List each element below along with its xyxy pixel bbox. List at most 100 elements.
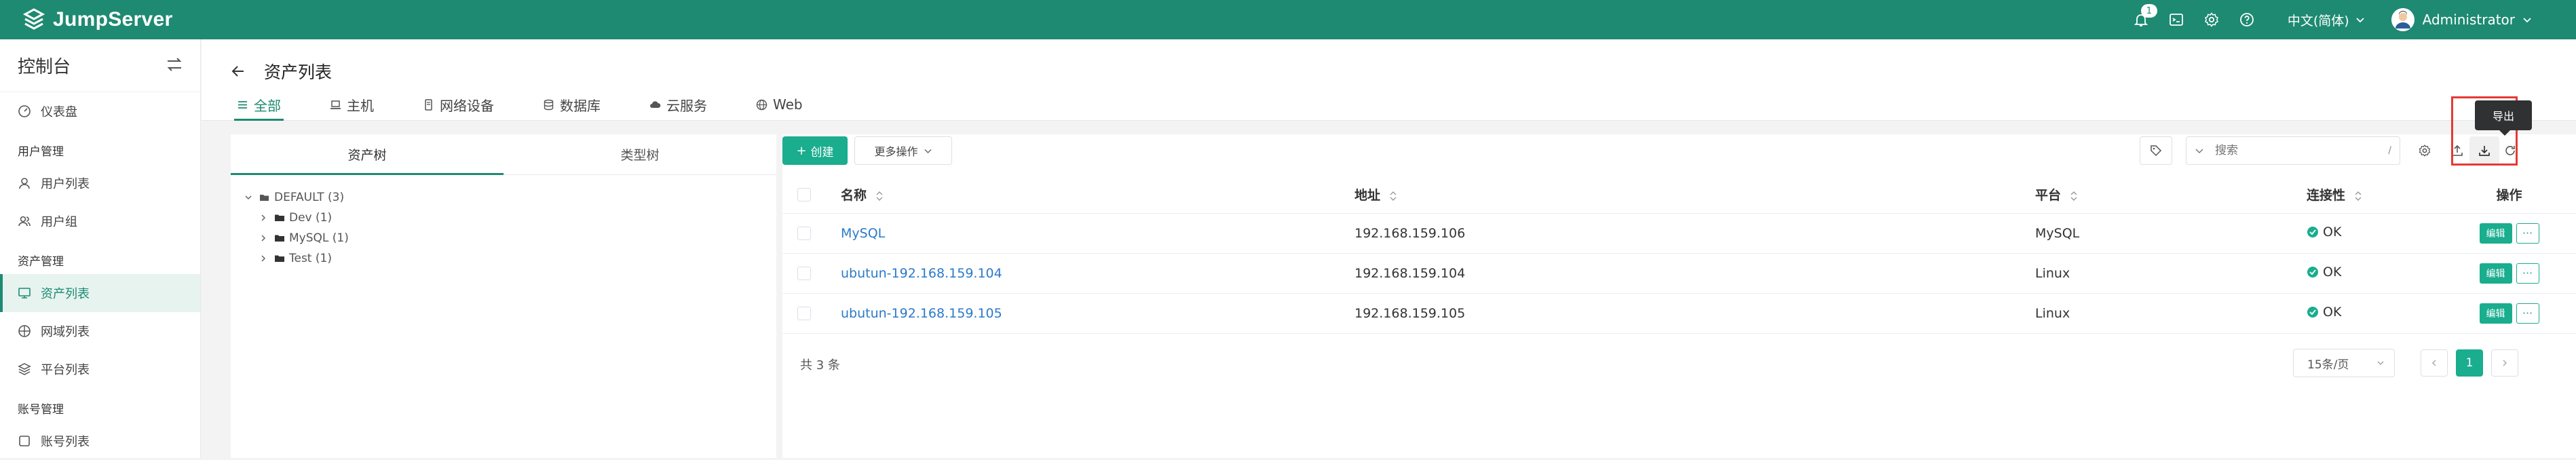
help-button[interactable]: [2232, 5, 2262, 35]
next-page-button[interactable]: [2491, 349, 2518, 377]
caret-collapsed-icon[interactable]: [258, 212, 269, 223]
column-header-address[interactable]: 地址: [1355, 176, 2035, 214]
row-more-button[interactable]: ···: [2516, 303, 2539, 324]
tab-asset-tree[interactable]: 资产树: [231, 134, 504, 175]
sidebar-title: 控制台: [18, 57, 71, 77]
tab-type-tree[interactable]: 类型树: [504, 134, 776, 174]
sidebar-header: 控制台: [0, 39, 200, 92]
notification-badge: 1: [2140, 4, 2157, 18]
help-icon: [2239, 13, 2254, 26]
sort-icon[interactable]: [871, 188, 884, 203]
create-button[interactable]: + 创建: [782, 136, 848, 165]
language-label: 中文(简体): [2287, 13, 2349, 28]
search-shortcut-hint: /: [2388, 145, 2391, 156]
back-arrow-icon[interactable]: [230, 63, 246, 79]
language-selector[interactable]: 中文(简体): [2288, 11, 2366, 29]
caret-collapsed-icon[interactable]: [258, 253, 269, 264]
tree-node-dev[interactable]: Dev (1): [231, 208, 776, 228]
row-checkbox[interactable]: [797, 227, 811, 240]
sidebar-item-asset-list[interactable]: 资产列表: [0, 274, 200, 312]
edit-button[interactable]: 编辑: [2479, 303, 2512, 324]
tab-web[interactable]: Web: [753, 88, 806, 121]
page-size-select[interactable]: 15条/页: [2293, 349, 2395, 377]
row-more-button[interactable]: ···: [2516, 263, 2539, 284]
tree-node-test[interactable]: Test (1): [231, 248, 776, 269]
sidebar-item-account-list[interactable]: 账号列表: [0, 422, 200, 460]
table-settings-button[interactable]: [2410, 136, 2440, 165]
notification-button[interactable]: 1: [2126, 4, 2157, 35]
settings-icon: [2419, 145, 2431, 157]
tab-host[interactable]: 主机: [327, 88, 377, 121]
column-header-connectivity[interactable]: 连接性: [2307, 176, 2442, 214]
column-header-platform[interactable]: 平台: [2035, 176, 2307, 214]
caret-expanded-icon[interactable]: [243, 192, 254, 203]
caret-collapsed-icon[interactable]: [258, 233, 269, 244]
avatar: [2391, 8, 2414, 31]
settings-icon: [2204, 12, 2218, 27]
edit-button[interactable]: 编辑: [2479, 263, 2512, 284]
app-name: JumpServer: [53, 8, 173, 31]
sidebar-item-dashboard[interactable]: 仪表盘: [0, 92, 200, 130]
page-title: 资产列表: [264, 62, 333, 82]
page-number-current[interactable]: 1: [2456, 349, 2483, 377]
sidebar-group-user-management: 用户管理: [18, 145, 64, 159]
asset-name-link[interactable]: MySQL: [841, 226, 885, 241]
label-filter-button[interactable]: [2140, 136, 2172, 165]
search-input[interactable]: [2214, 143, 2389, 158]
column-header-name[interactable]: 名称: [841, 176, 1355, 214]
sidebar-item-platform-list[interactable]: 平台列表: [0, 350, 200, 388]
laptop-icon: [330, 100, 341, 109]
sidebar-item-label: 用户列表: [41, 177, 90, 191]
table-row: ubutun-192.168.159.104 192.168.159.104 L…: [782, 253, 2576, 294]
chevron-down-icon: [2523, 18, 2531, 23]
tab-label: 主机: [347, 97, 374, 114]
sort-icon[interactable]: [2350, 188, 2362, 203]
edit-button[interactable]: 编辑: [2479, 223, 2512, 244]
tree-node-root[interactable]: DEFAULT (3): [231, 187, 776, 208]
check-circle-icon: [2307, 267, 2318, 277]
user-menu[interactable]: Administrator: [2391, 8, 2533, 31]
device-icon: [425, 98, 432, 111]
more-actions-button[interactable]: 更多操作: [854, 136, 952, 165]
sidebar-item-user-list[interactable]: 用户列表: [0, 164, 200, 202]
tab-database[interactable]: 数据库: [540, 88, 603, 121]
sidebar-item-user-group[interactable]: 用户组: [0, 202, 200, 240]
table-row: MySQL 192.168.159.106 MySQL OK 编辑 ···: [782, 213, 2576, 254]
logo[interactable]: JumpServer: [22, 7, 172, 32]
user-group-icon: [18, 216, 31, 227]
tab-all[interactable]: 全部: [234, 88, 284, 121]
row-checkbox[interactable]: [797, 307, 811, 320]
chevron-down-icon[interactable]: [2195, 146, 2204, 155]
row-select-cell: [782, 253, 841, 294]
tree-tabs: 资产树 类型树: [231, 134, 776, 175]
cell-connectivity: OK: [2307, 213, 2442, 254]
chevron-down-icon: [2356, 18, 2364, 23]
database-icon: [544, 99, 554, 110]
asset-name-link[interactable]: ubutun-192.168.159.104: [841, 266, 1002, 281]
web-terminal-button[interactable]: [2161, 5, 2191, 35]
tree-node-label: Test (1): [289, 252, 332, 265]
prev-page-button[interactable]: [2421, 349, 2448, 377]
folder-icon: [274, 212, 285, 223]
tab-label: 数据库: [560, 97, 601, 114]
settings-button[interactable]: [2197, 5, 2227, 35]
asset-name-link[interactable]: ubutun-192.168.159.105: [841, 306, 1002, 321]
cell-actions: 编辑 ···: [2442, 293, 2576, 334]
row-more-button[interactable]: ···: [2516, 223, 2539, 244]
sort-icon[interactable]: [1385, 188, 1397, 203]
tree-node-mysql[interactable]: MySQL (1): [231, 228, 776, 248]
column-name-label: 名称: [841, 188, 867, 204]
sidebar-item-label: 用户组: [41, 215, 77, 229]
cell-address: 192.168.159.104: [1355, 253, 2035, 294]
row-checkbox[interactable]: [797, 267, 811, 280]
search-box[interactable]: /: [2186, 136, 2400, 165]
sidebar-item-domain-list[interactable]: 网域列表: [0, 312, 200, 350]
domain-icon: [18, 325, 31, 337]
select-all-checkbox[interactable]: [797, 188, 811, 202]
check-circle-icon: [2307, 227, 2318, 237]
tab-network-device[interactable]: 网络设备: [420, 88, 497, 121]
tab-label: 网络设备: [440, 97, 494, 114]
tab-cloud[interactable]: 云服务: [647, 88, 710, 121]
sort-icon[interactable]: [2066, 188, 2078, 203]
view-switch-button[interactable]: [165, 55, 184, 77]
